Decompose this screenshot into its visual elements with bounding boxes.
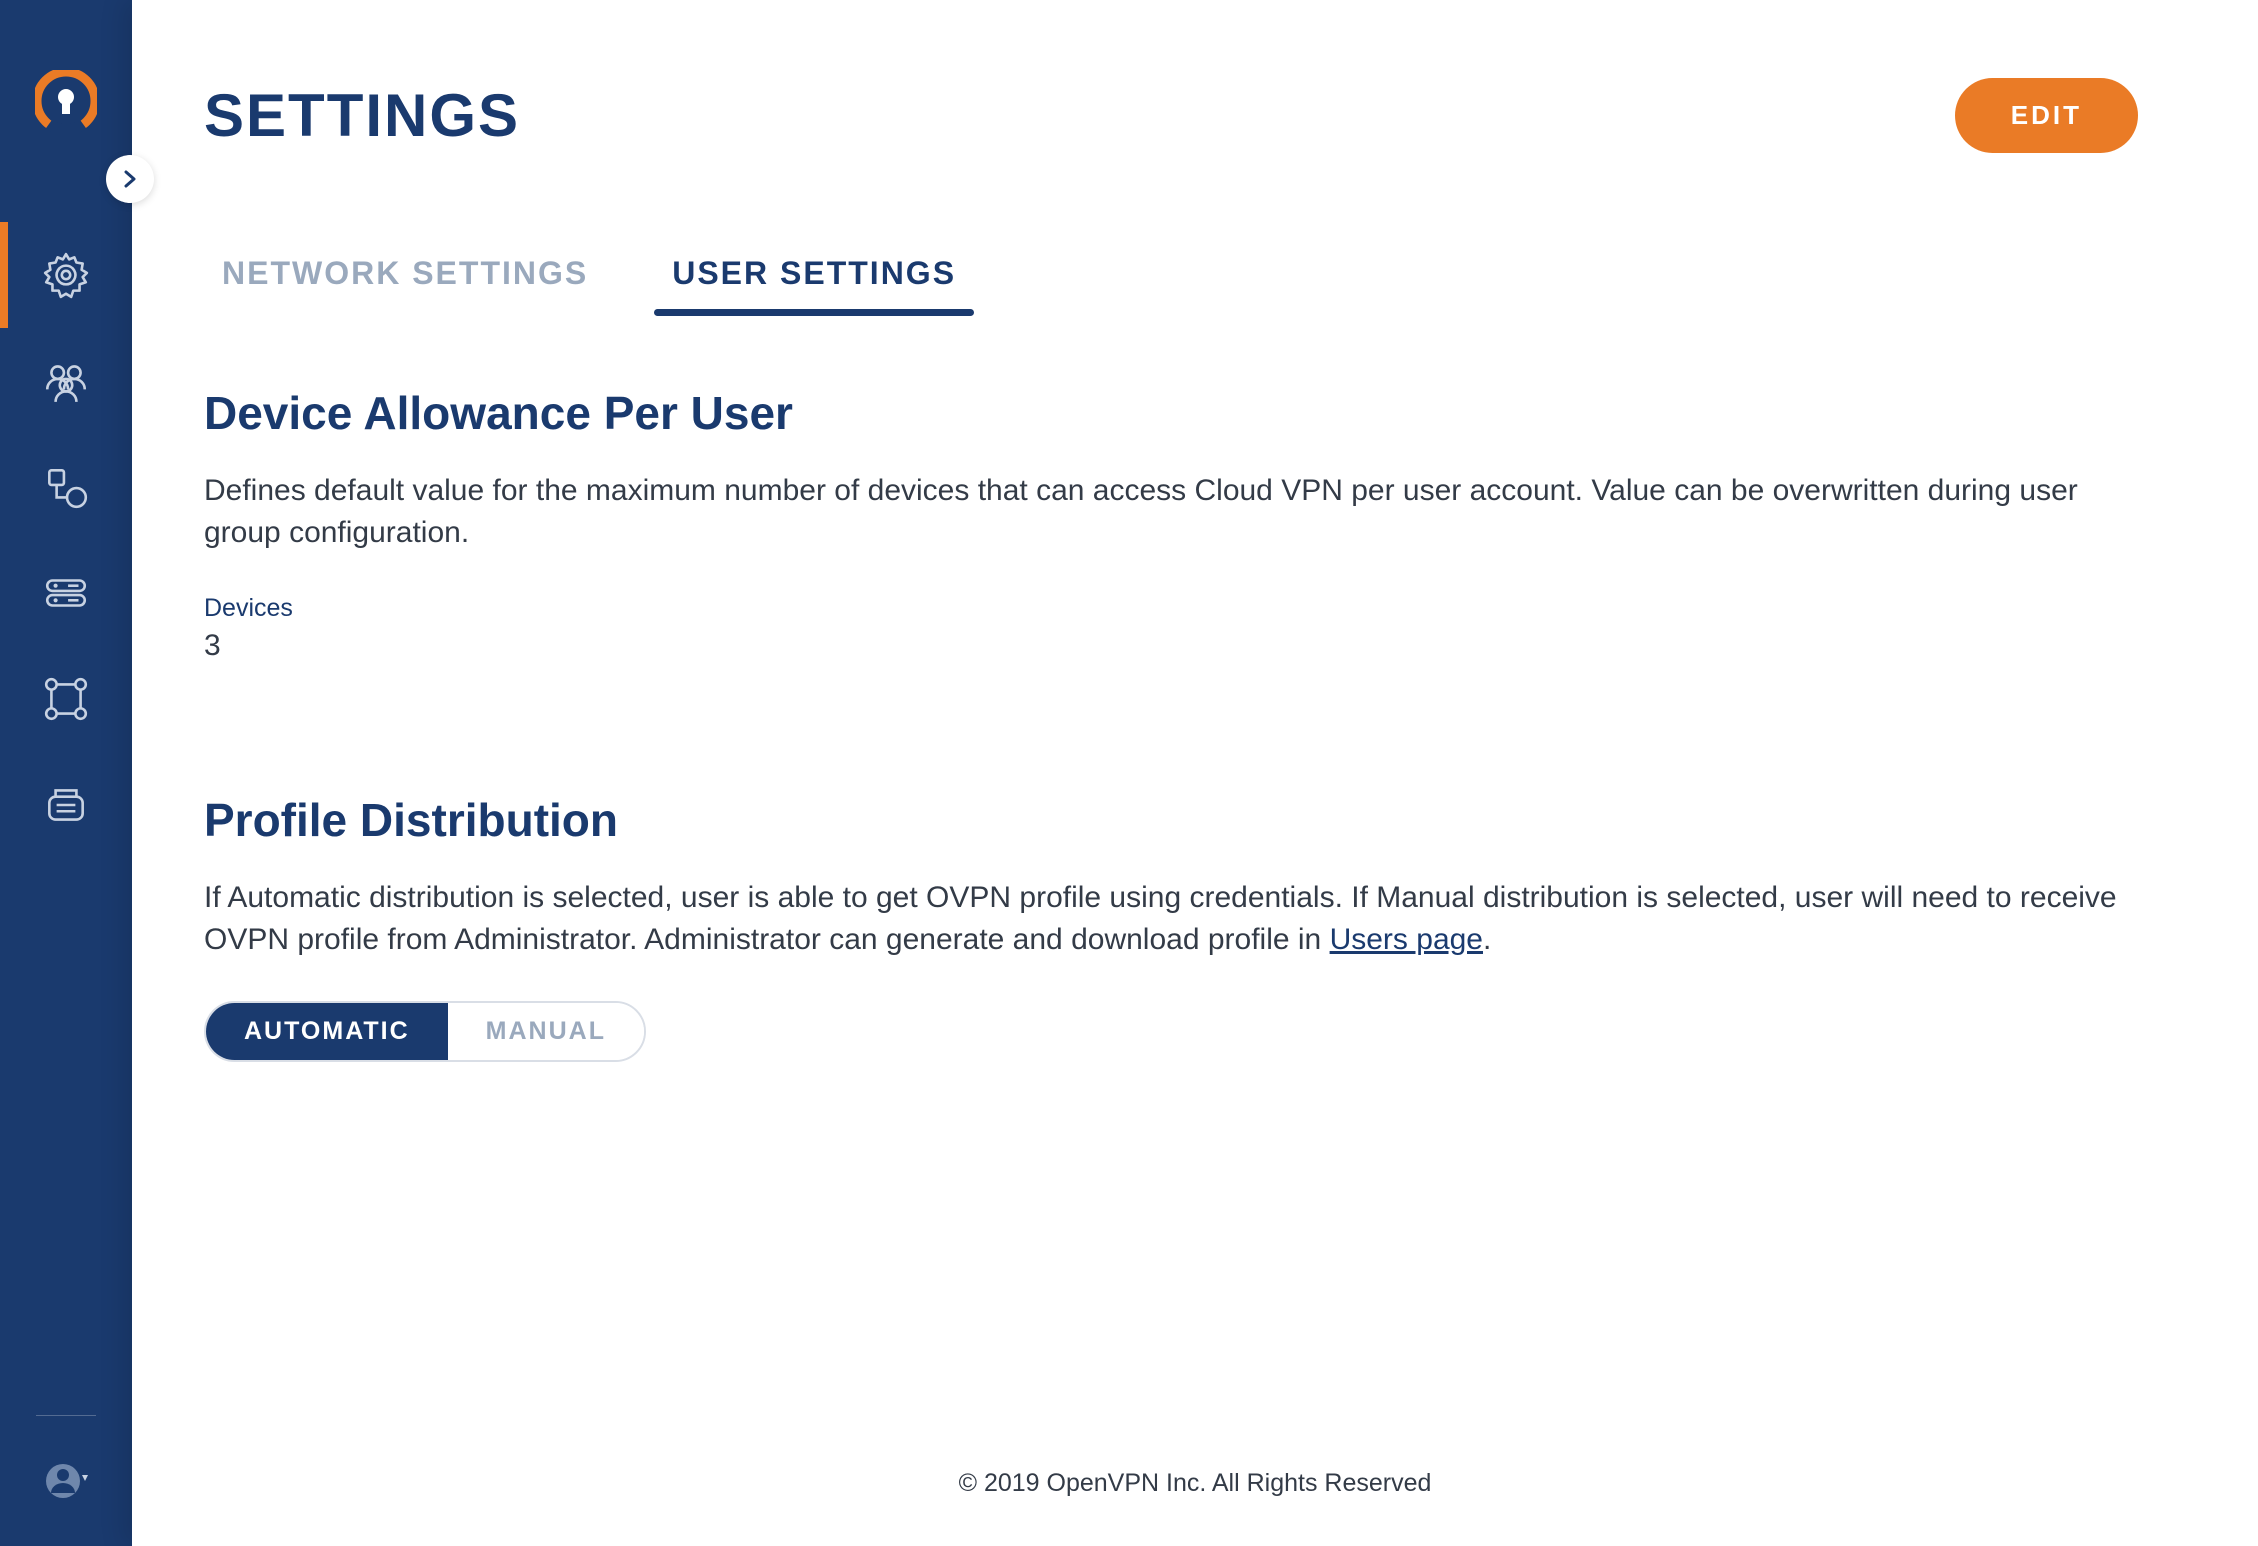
hosts-icon bbox=[41, 568, 91, 618]
chevron-right-icon bbox=[120, 169, 140, 189]
section-device-allowance: Device Allowance Per User Defines defaul… bbox=[204, 386, 2138, 663]
sidebar-nav bbox=[0, 222, 132, 858]
users-icon bbox=[41, 356, 91, 406]
main-content: SETTINGS EDIT NETWORK SETTINGS USER SETT… bbox=[132, 0, 2258, 1546]
sidebar-item-settings[interactable] bbox=[0, 222, 132, 328]
users-page-link[interactable]: Users page bbox=[1330, 923, 1483, 956]
sidebar bbox=[0, 0, 132, 1546]
user-avatar-icon bbox=[44, 1459, 88, 1503]
distribution-automatic-option[interactable]: AUTOMATIC bbox=[206, 1003, 448, 1060]
sidebar-expand-toggle[interactable] bbox=[106, 155, 154, 203]
gear-icon bbox=[41, 250, 91, 300]
distribution-mode-toggle: AUTOMATIC MANUAL bbox=[204, 1001, 646, 1062]
sidebar-item-topology[interactable] bbox=[0, 646, 132, 752]
topology-icon bbox=[41, 674, 91, 724]
sidebar-item-logs[interactable] bbox=[0, 752, 132, 858]
app-logo bbox=[35, 70, 97, 132]
profile-distribution-title: Profile Distribution bbox=[204, 793, 2138, 847]
page-title: SETTINGS bbox=[204, 81, 520, 150]
tab-network-settings[interactable]: NETWORK SETTINGS bbox=[204, 243, 606, 316]
tab-user-settings[interactable]: USER SETTINGS bbox=[654, 243, 974, 316]
sidebar-item-networks[interactable] bbox=[0, 434, 132, 540]
profile-distribution-desc-tail: . bbox=[1483, 923, 1491, 956]
profile-distribution-description: If Automatic distribution is selected, u… bbox=[204, 877, 2124, 961]
sidebar-user-menu[interactable] bbox=[0, 1416, 132, 1546]
footer-copyright: © 2019 OpenVPN Inc. All Rights Reserved bbox=[132, 1441, 2258, 1546]
network-icon bbox=[41, 462, 91, 512]
profile-distribution-desc-text: If Automatic distribution is selected, u… bbox=[204, 881, 2117, 956]
devices-field-label: Devices bbox=[204, 594, 2138, 623]
device-allowance-description: Defines default value for the maximum nu… bbox=[204, 470, 2124, 554]
section-profile-distribution: Profile Distribution If Automatic distri… bbox=[204, 793, 2138, 1062]
distribution-manual-option[interactable]: MANUAL bbox=[448, 1003, 644, 1060]
sidebar-item-users[interactable] bbox=[0, 328, 132, 434]
device-allowance-title: Device Allowance Per User bbox=[204, 386, 2138, 440]
tabs: NETWORK SETTINGS USER SETTINGS bbox=[204, 243, 2138, 316]
edit-button[interactable]: EDIT bbox=[1955, 78, 2138, 153]
logs-icon bbox=[41, 780, 91, 830]
sidebar-item-hosts[interactable] bbox=[0, 540, 132, 646]
devices-field-value: 3 bbox=[204, 629, 2138, 663]
